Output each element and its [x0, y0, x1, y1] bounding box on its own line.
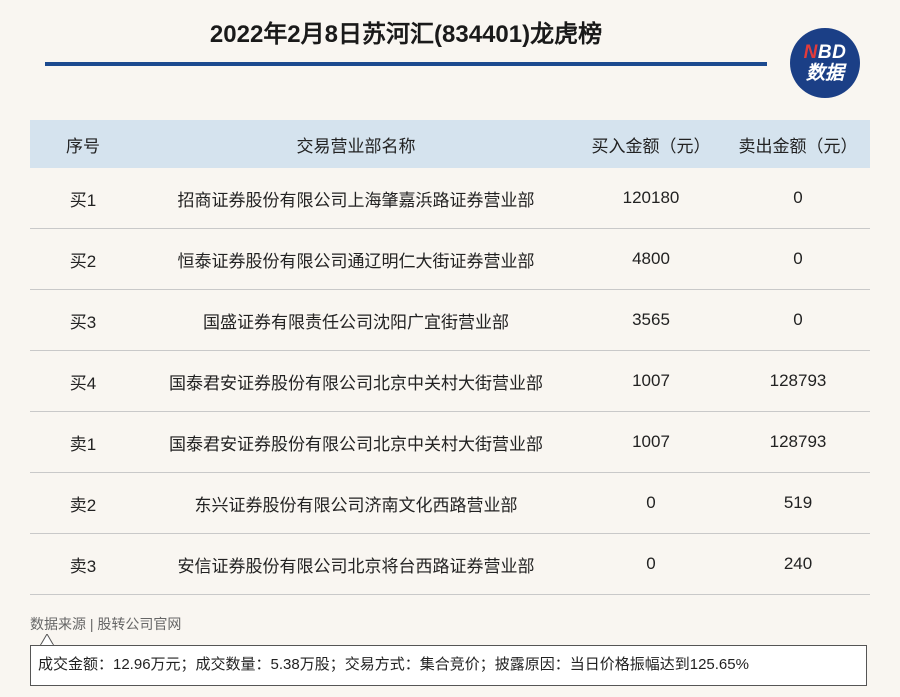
- col-header-seq: 序号: [30, 120, 136, 168]
- row-buy-amount: 3565: [576, 289, 726, 351]
- table-header-row: 序号 交易营业部名称 买入金额（元） 卖出金额（元）: [30, 120, 870, 168]
- row-sell-amount: 519: [726, 472, 870, 534]
- trade-summary-box: 成交金额：12.96万元；成交数量：5.38万股；交易方式：集合竞价；披露原因：…: [30, 645, 867, 686]
- row-sell-amount: 128793: [726, 411, 870, 473]
- row-branch-name: 恒泰证券股份有限公司通辽明仁大街证券营业部: [136, 228, 576, 290]
- row-branch-name: 国盛证券有限责任公司沈阳广宜街营业部: [136, 289, 576, 351]
- row-seq: 买4: [30, 350, 136, 412]
- row-buy-amount: 1007: [576, 411, 726, 473]
- row-buy-amount: 0: [576, 472, 726, 534]
- table-row: 买1 招商证券股份有限公司上海肇嘉浜路证券营业部 120180 0: [30, 168, 870, 229]
- logo-letters-bd: BD: [817, 42, 847, 63]
- row-seq: 买1: [30, 168, 136, 229]
- logo-line-1: NBD: [804, 43, 847, 62]
- nbd-logo: NBD 数据: [790, 28, 860, 98]
- table-row: 买3 国盛证券有限责任公司沈阳广宜街营业部 3565 0: [30, 289, 870, 351]
- logo-line-2: 数据: [805, 63, 844, 84]
- row-branch-name: 招商证券股份有限公司上海肇嘉浜路证券营业部: [136, 168, 576, 229]
- row-buy-amount: 4800: [576, 228, 726, 290]
- col-header-name: 交易营业部名称: [136, 120, 576, 168]
- table-row: 卖3 安信证券股份有限公司北京将台西路证券营业部 0 240: [30, 533, 870, 595]
- row-seq: 卖3: [30, 533, 136, 595]
- table-row: 卖1 国泰君安证券股份有限公司北京中关村大街营业部 1007 128793: [30, 411, 870, 473]
- row-buy-amount: 0: [576, 533, 726, 595]
- row-branch-name: 国泰君安证券股份有限公司北京中关村大街营业部: [136, 350, 576, 412]
- col-header-sell: 卖出金额（元）: [726, 120, 870, 168]
- row-seq: 买2: [30, 228, 136, 290]
- row-sell-amount: 0: [726, 228, 870, 290]
- table-row: 买4 国泰君安证券股份有限公司北京中关村大街营业部 1007 128793: [30, 350, 870, 412]
- row-branch-name: 安信证券股份有限公司北京将台西路证券营业部: [136, 533, 576, 595]
- row-seq: 卖1: [30, 411, 136, 473]
- row-sell-amount: 128793: [726, 350, 870, 412]
- table-row: 卖2 东兴证券股份有限公司济南文化西路营业部 0 519: [30, 472, 870, 534]
- row-sell-amount: 0: [726, 168, 870, 229]
- row-buy-amount: 1007: [576, 350, 726, 412]
- page-title: 2022年2月8日苏河汇(834401)龙虎榜: [209, 21, 603, 48]
- row-buy-amount: 120180: [576, 168, 726, 229]
- row-branch-name: 国泰君安证券股份有限公司北京中关村大街营业部: [136, 411, 576, 473]
- row-branch-name: 东兴证券股份有限公司济南文化西路营业部: [136, 472, 576, 534]
- row-seq: 卖2: [30, 472, 136, 534]
- logo-letter-n: N: [803, 42, 818, 63]
- title-underline: [45, 62, 767, 66]
- table-row: 买2 恒泰证券股份有限公司通辽明仁大街证券营业部 4800 0: [30, 228, 870, 290]
- row-sell-amount: 240: [726, 533, 870, 595]
- col-header-buy: 买入金额（元）: [576, 120, 726, 168]
- row-seq: 买3: [30, 289, 136, 351]
- dragon-tiger-table: 序号 交易营业部名称 买入金额（元） 卖出金额（元） 买1 招商证券股份有限公司…: [30, 120, 870, 595]
- row-sell-amount: 0: [726, 289, 870, 351]
- data-source-note: 数据来源 | 股转公司官网: [30, 616, 182, 632]
